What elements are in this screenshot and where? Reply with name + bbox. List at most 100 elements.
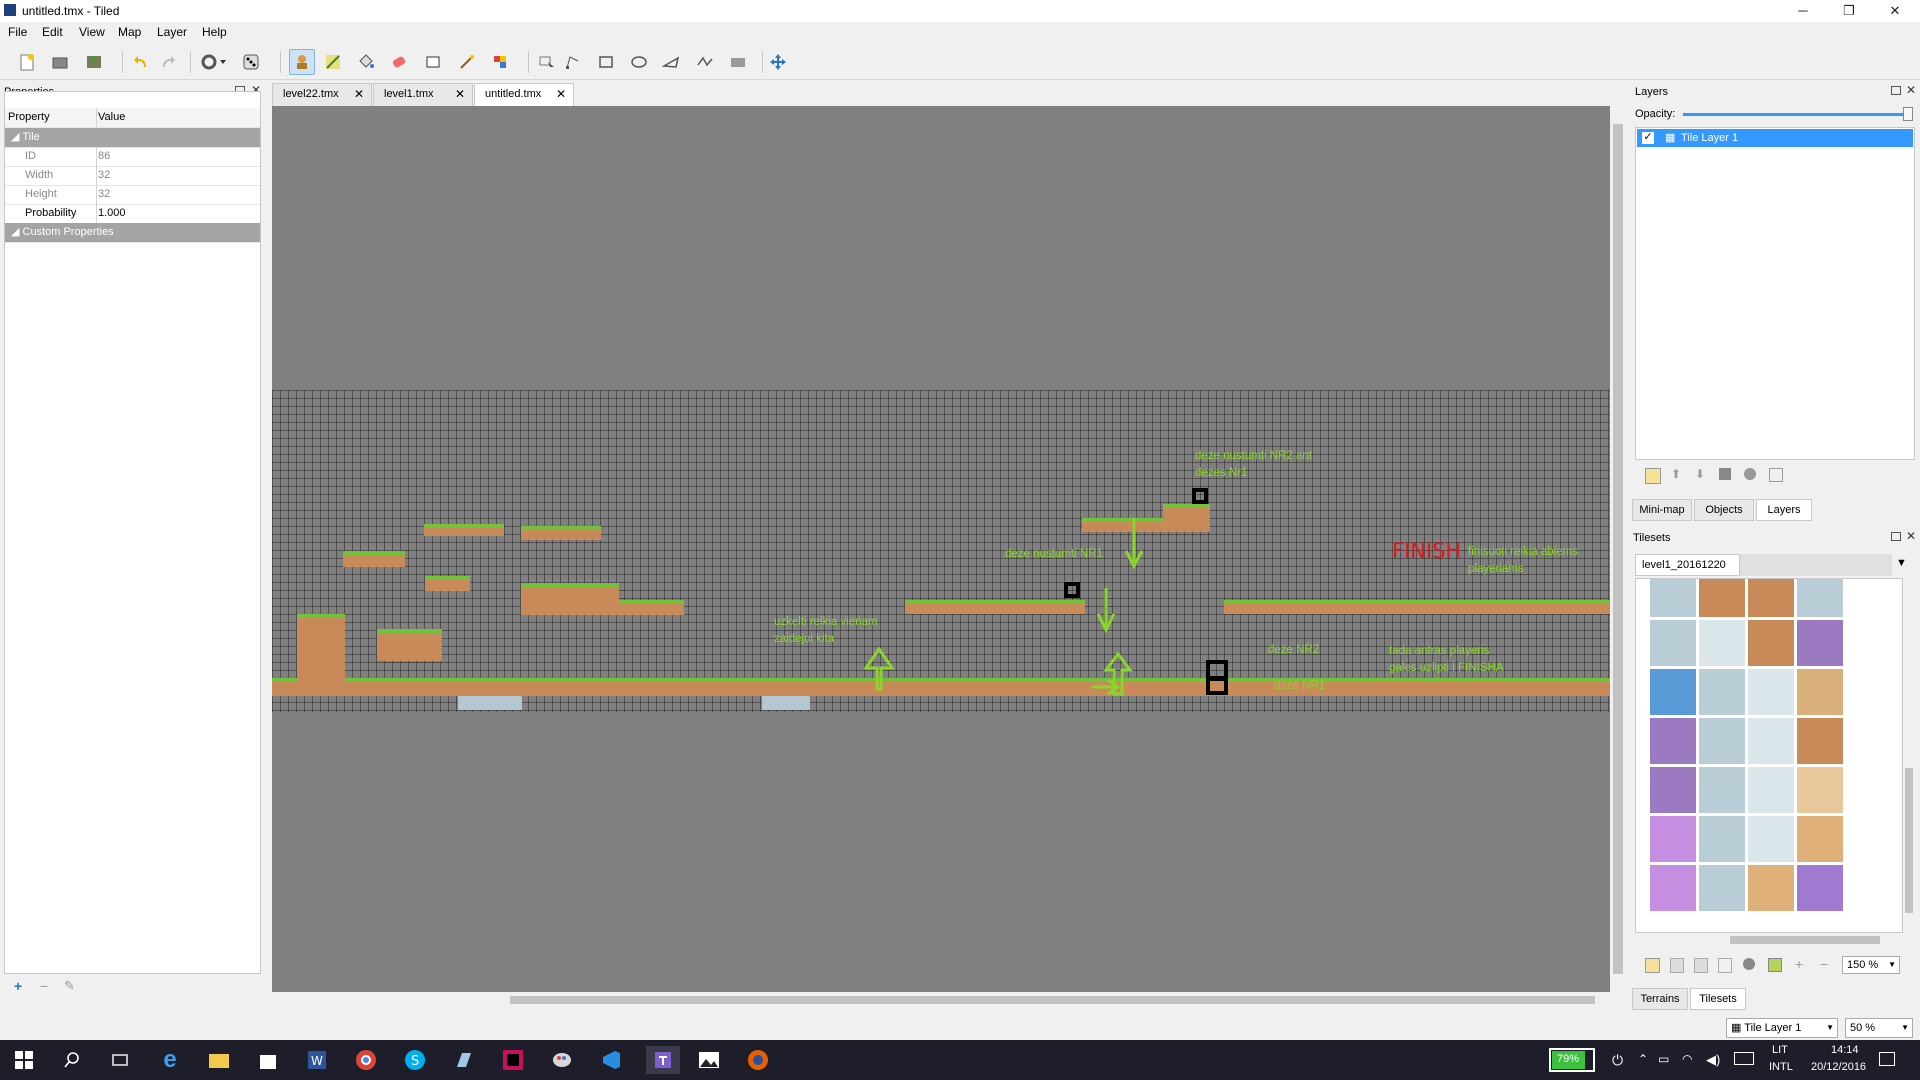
select-objects-icon[interactable] xyxy=(536,51,558,73)
insert-rect-icon[interactable] xyxy=(595,51,617,73)
search-icon[interactable] xyxy=(58,1046,86,1074)
input-language[interactable]: LIT xyxy=(1772,1044,1788,1056)
group-custom-properties[interactable]: ◢ Custom Properties xyxy=(5,223,260,243)
opacity-slider[interactable] xyxy=(1683,113,1913,116)
property-row[interactable]: Height 32 xyxy=(5,185,260,205)
scroll-thumb[interactable] xyxy=(1613,124,1623,974)
tile-swatch[interactable] xyxy=(1650,767,1696,813)
tile-swatch[interactable] xyxy=(1748,579,1794,617)
property-row[interactable]: Width 32 xyxy=(5,166,260,186)
tile-swatch[interactable] xyxy=(1650,579,1696,617)
insert-polygon-icon[interactable] xyxy=(660,51,682,73)
paint-icon[interactable] xyxy=(548,1046,576,1074)
tile-swatch[interactable] xyxy=(1797,620,1843,666)
show-hidden-icons-chevron-icon[interactable]: ⌃ xyxy=(1638,1052,1648,1066)
magic-wand-icon[interactable] xyxy=(456,51,478,73)
tile-swatch[interactable] xyxy=(1699,579,1745,617)
export-tileset-icon[interactable] xyxy=(1694,958,1708,973)
power-plug-icon[interactable]: ⏻ xyxy=(1612,1052,1623,1069)
edit-terrain-icon[interactable] xyxy=(1768,958,1782,972)
tile-swatch[interactable] xyxy=(1748,767,1794,813)
wifi-icon[interactable]: ◠ xyxy=(1682,1052,1692,1066)
close-tab-icon[interactable]: ✕ xyxy=(455,84,465,105)
tile-swatch[interactable] xyxy=(1797,767,1843,813)
network-icon[interactable]: ▭ xyxy=(1658,1052,1669,1066)
menu-layer[interactable]: Layer xyxy=(157,25,187,39)
tile-swatch[interactable] xyxy=(1797,579,1843,617)
tileset-tab[interactable]: level1_20161220 xyxy=(1635,554,1740,576)
value-column-header[interactable]: Value xyxy=(98,108,125,127)
property-value[interactable]: 1.000 xyxy=(98,204,126,223)
remove-tileset-icon[interactable] xyxy=(1743,958,1755,970)
tileset-hscroll[interactable] xyxy=(1635,935,1903,945)
tab-layers[interactable]: Layers xyxy=(1756,499,1812,521)
task-view-icon[interactable] xyxy=(106,1046,134,1074)
edge-icon[interactable]: e xyxy=(156,1046,184,1074)
close-tab-icon[interactable]: ✕ xyxy=(556,84,566,105)
close-tab-icon[interactable]: ✕ xyxy=(354,84,364,105)
tile-swatch[interactable] xyxy=(1650,865,1696,911)
tile-swatch[interactable] xyxy=(1699,669,1745,715)
store-icon[interactable] xyxy=(254,1046,282,1074)
zoom-in-icon[interactable]: + xyxy=(1795,956,1803,972)
open-icon[interactable] xyxy=(49,51,71,73)
tile-swatch[interactable] xyxy=(1797,718,1843,764)
scroll-thumb[interactable] xyxy=(1730,936,1880,944)
photos-icon[interactable] xyxy=(695,1046,723,1074)
tab-mini-map[interactable]: Mini-map xyxy=(1632,499,1692,521)
tile-swatch[interactable] xyxy=(1797,669,1843,715)
tile-swatch[interactable] xyxy=(1748,865,1794,911)
layer-properties-icon[interactable] xyxy=(1769,468,1783,482)
visual-studio-code-icon[interactable] xyxy=(597,1046,625,1074)
move-icon[interactable] xyxy=(767,51,789,73)
remove-property-button[interactable]: − xyxy=(40,978,48,994)
battery-indicator[interactable]: 79% xyxy=(1549,1048,1595,1072)
eraser-icon[interactable] xyxy=(388,51,410,73)
opacity-slider-handle[interactable] xyxy=(1903,107,1913,121)
chrome-icon[interactable] xyxy=(352,1046,380,1074)
tab-tilesets[interactable]: Tilesets xyxy=(1690,988,1746,1010)
new-tileset-icon[interactable] xyxy=(1645,958,1660,973)
insert-tile-icon[interactable] xyxy=(727,51,749,73)
tile-swatch[interactable] xyxy=(1699,620,1745,666)
zoom-select[interactable]: 50 % ▼ xyxy=(1845,1018,1913,1038)
clock-time[interactable]: 14:14 xyxy=(1831,1044,1859,1056)
close-window-button[interactable]: ✕ xyxy=(1872,0,1918,22)
tile-swatch[interactable] xyxy=(1699,718,1745,764)
undo-icon[interactable] xyxy=(130,51,152,73)
tile-swatch[interactable] xyxy=(1797,865,1843,911)
tile-swatch[interactable] xyxy=(1699,767,1745,813)
property-column-header[interactable]: Property xyxy=(5,108,97,127)
tile-swatch[interactable] xyxy=(1650,816,1696,862)
word-icon[interactable]: W xyxy=(303,1046,331,1074)
restore-button[interactable]: ❐ xyxy=(1826,0,1872,22)
menu-map[interactable]: Map xyxy=(118,25,141,39)
layer-select[interactable]: ▦ Tile Layer 1 ▼ xyxy=(1726,1018,1838,1038)
tile-swatch[interactable] xyxy=(1748,718,1794,764)
stamp-brush-icon[interactable] xyxy=(289,49,315,75)
scroll-thumb[interactable] xyxy=(1905,768,1913,913)
commands-icon[interactable] xyxy=(198,51,232,73)
menu-file[interactable]: File xyxy=(8,25,27,39)
tile-swatch[interactable] xyxy=(1748,669,1794,715)
tileset-vscroll[interactable] xyxy=(1903,578,1915,933)
tiled-taskbar-icon[interactable] xyxy=(646,1046,680,1074)
tile-swatch[interactable] xyxy=(1650,669,1696,715)
menu-view[interactable]: View xyxy=(79,25,105,39)
tile-swatch[interactable] xyxy=(1797,816,1843,862)
new-icon[interactable] xyxy=(16,51,38,73)
tab-level22[interactable]: level22.tmx ✕ xyxy=(272,83,372,106)
tile-swatch[interactable] xyxy=(1650,718,1696,764)
windows-start-icon[interactable] xyxy=(10,1046,38,1074)
redo-icon[interactable] xyxy=(157,51,179,73)
menu-help[interactable]: Help xyxy=(202,25,227,39)
embed-tileset-icon[interactable] xyxy=(1670,958,1684,973)
vertical-scrollbar[interactable] xyxy=(1610,106,1626,992)
zoom-out-icon[interactable]: − xyxy=(1820,956,1828,972)
horizontal-scrollbar[interactable] xyxy=(272,992,1610,1008)
tile-swatch[interactable] xyxy=(1748,816,1794,862)
rename-property-button[interactable]: ✎ xyxy=(64,978,75,994)
input-layout[interactable]: INTL xyxy=(1769,1061,1793,1073)
select-same-tile-icon[interactable] xyxy=(489,51,511,73)
minimize-button[interactable]: ─ xyxy=(1780,0,1826,22)
